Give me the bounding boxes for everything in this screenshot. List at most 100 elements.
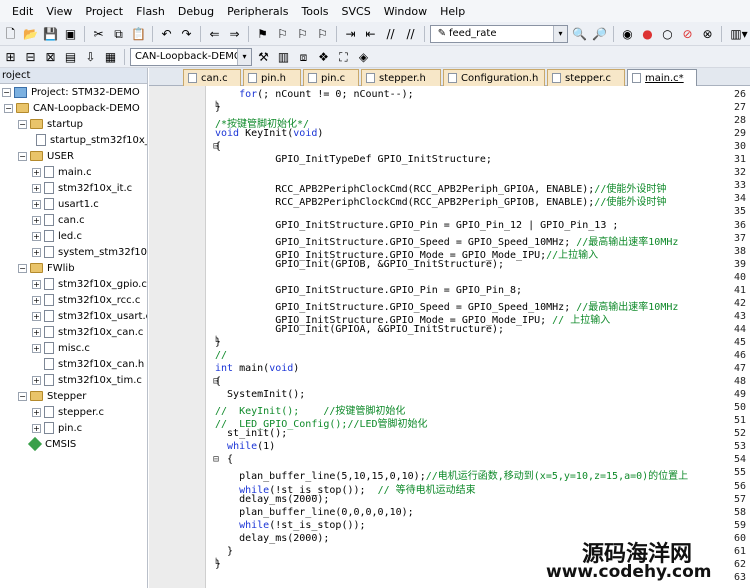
prev-bookmark-icon[interactable]: ⚐ <box>274 25 291 42</box>
clear-bookmarks-icon[interactable]: ⚐ <box>314 25 331 42</box>
collapse-icon[interactable]: − <box>18 151 27 161</box>
target-options-icon[interactable]: ⚒ <box>255 48 272 65</box>
expand-icon[interactable]: + <box>32 199 41 209</box>
tree-file[interactable]: + stm32f10x_it.c <box>32 180 132 196</box>
cut-icon[interactable]: ✂ <box>90 25 107 42</box>
breakpoint-icon[interactable]: ● <box>639 25 656 42</box>
expand-icon[interactable]: + <box>32 183 41 193</box>
menu-flash[interactable]: Flash <box>136 5 165 18</box>
tree-file[interactable]: + usart1.c <box>32 196 99 212</box>
menu-debug[interactable]: Debug <box>178 5 214 18</box>
menu-tools[interactable]: Tools <box>301 5 328 18</box>
tab-stepper-h[interactable]: stepper.h <box>361 69 441 86</box>
collapse-icon[interactable]: − <box>4 103 13 113</box>
expand-icon[interactable]: + <box>32 311 41 321</box>
search-icon[interactable]: 🔎 <box>591 25 608 42</box>
disable-breakpoint-icon[interactable]: ○ <box>659 25 676 42</box>
tab-pin-c[interactable]: pin.c <box>303 69 359 86</box>
paste-icon[interactable]: 📋 <box>130 25 147 42</box>
collapse-icon[interactable]: − <box>18 119 27 129</box>
expand-icon[interactable]: + <box>32 247 41 257</box>
tree-group-stepper[interactable]: − Stepper <box>18 388 86 404</box>
expand-icon[interactable]: + <box>32 375 41 385</box>
menu-help[interactable]: Help <box>440 5 465 18</box>
expand-icon[interactable]: + <box>32 231 41 241</box>
tree-file[interactable]: + stm32f10x_can.c <box>32 324 143 340</box>
comment-icon[interactable]: // <box>382 25 399 42</box>
menu-view[interactable]: View <box>46 5 72 18</box>
collapse-icon[interactable]: − <box>18 263 27 273</box>
expand-icon[interactable]: + <box>32 407 41 417</box>
nav-back-icon[interactable]: ⇐ <box>206 25 223 42</box>
tab-can-c[interactable]: can.c <box>183 69 241 86</box>
tab-main-c[interactable]: main.c* <box>627 69 697 86</box>
menu-edit[interactable]: Edit <box>12 5 33 18</box>
tree-project-root[interactable]: − Project: STM32-DEMO <box>2 84 140 100</box>
tree-file[interactable]: + main.c <box>32 164 92 180</box>
indent-icon[interactable]: ⇥ <box>342 25 359 42</box>
tree-group-user[interactable]: − USER <box>18 148 74 164</box>
expand-icon[interactable]: + <box>32 279 41 289</box>
debug-icon[interactable]: ◉ <box>619 25 636 42</box>
stop-build-icon[interactable]: ▦ <box>102 48 119 65</box>
menu-peripherals[interactable]: Peripherals <box>227 5 288 18</box>
undo-icon[interactable]: ↶ <box>158 25 175 42</box>
kill-breakpoints-icon[interactable]: ⊗ <box>699 25 716 42</box>
tree-file[interactable]: + can.c <box>32 212 85 228</box>
tree-file[interactable]: stm32f10x_can.h <box>44 356 144 372</box>
collapse-icon[interactable]: − <box>2 87 11 97</box>
batch-build-icon[interactable]: ▤ <box>62 48 79 65</box>
chevron-down-icon[interactable]: ▾ <box>237 48 251 65</box>
tree-target[interactable]: − CAN-Loopback-DEMO <box>4 100 140 116</box>
compile-icon[interactable]: ⊞ <box>2 48 19 65</box>
menu-window[interactable]: Window <box>384 5 427 18</box>
tree-file[interactable]: + stm32f10x_gpio.c <box>32 276 147 292</box>
nav-forward-icon[interactable]: ⇒ <box>226 25 243 42</box>
copy-icon[interactable]: ⧉ <box>110 25 127 42</box>
new-file-icon[interactable]: 🗋 <box>2 25 19 42</box>
expand-icon[interactable]: + <box>32 423 41 433</box>
tree-file[interactable]: + stepper.c <box>32 404 104 420</box>
find-in-files-icon[interactable]: 🔍 <box>571 25 588 42</box>
tab-pin-h[interactable]: pin.h <box>243 69 301 86</box>
expand-icon[interactable]: + <box>32 327 41 337</box>
redo-icon[interactable]: ↷ <box>178 25 195 42</box>
build-icon[interactable]: ⊟ <box>22 48 39 65</box>
save-icon[interactable]: 💾 <box>42 25 59 42</box>
tree-file[interactable]: startup_stm32f10x_ <box>36 132 147 148</box>
chevron-down-icon[interactable]: ▾ <box>553 25 567 42</box>
menu-project[interactable]: Project <box>85 5 123 18</box>
code-editor[interactable]: 26 for(; nCount != 0; nCount--); 27 └} 28/*… <box>149 86 750 588</box>
expand-icon[interactable]: + <box>32 343 41 353</box>
tree-file[interactable]: + stm32f10x_usart.c <box>32 308 147 324</box>
tree-group-fwlib[interactable]: − FWlib <box>18 260 75 276</box>
menu-svcs[interactable]: SVCS <box>342 5 371 18</box>
expand-icon[interactable]: + <box>32 215 41 225</box>
collapse-icon[interactable]: − <box>18 391 27 401</box>
tree-file[interactable]: + system_stm32f10x <box>32 244 147 260</box>
target-select[interactable]: CAN-Loopback-DEMO ▾ <box>130 47 252 66</box>
run-env-icon[interactable]: ◈ <box>355 48 372 65</box>
tree-group-cmsis[interactable]: CMSIS <box>27 436 76 452</box>
tab-stepper-c[interactable]: stepper.c <box>547 69 625 86</box>
tree-file[interactable]: + stm32f10x_tim.c <box>32 372 142 388</box>
rebuild-icon[interactable]: ⊠ <box>42 48 59 65</box>
select-device-icon[interactable]: ⛶ <box>335 48 352 65</box>
unindent-icon[interactable]: ⇤ <box>362 25 379 42</box>
uncomment-icon[interactable]: // <box>402 25 419 42</box>
tree-file[interactable]: + pin.c <box>32 420 82 436</box>
expand-icon[interactable]: + <box>32 167 41 177</box>
pack-installer-icon[interactable]: ❖ <box>315 48 332 65</box>
tree-file[interactable]: + stm32f10x_rcc.c <box>32 292 140 308</box>
next-bookmark-icon[interactable]: ⚐ <box>294 25 311 42</box>
manage-components-icon[interactable]: ⧈ <box>295 48 312 65</box>
expand-icon[interactable]: + <box>32 295 41 305</box>
clear-breakpoints-icon[interactable]: ⊘ <box>679 25 696 42</box>
download-icon[interactable]: ⇩ <box>82 48 99 65</box>
file-extensions-icon[interactable]: ▥ <box>275 48 292 65</box>
find-combo[interactable]: ✎ feed_rate ▾ <box>430 24 568 43</box>
save-all-icon[interactable]: ▣ <box>62 25 79 42</box>
tree-group-startup[interactable]: − startup <box>18 116 83 132</box>
open-folder-icon[interactable]: 📂 <box>22 25 39 42</box>
tree-file[interactable]: + misc.c <box>32 340 90 356</box>
